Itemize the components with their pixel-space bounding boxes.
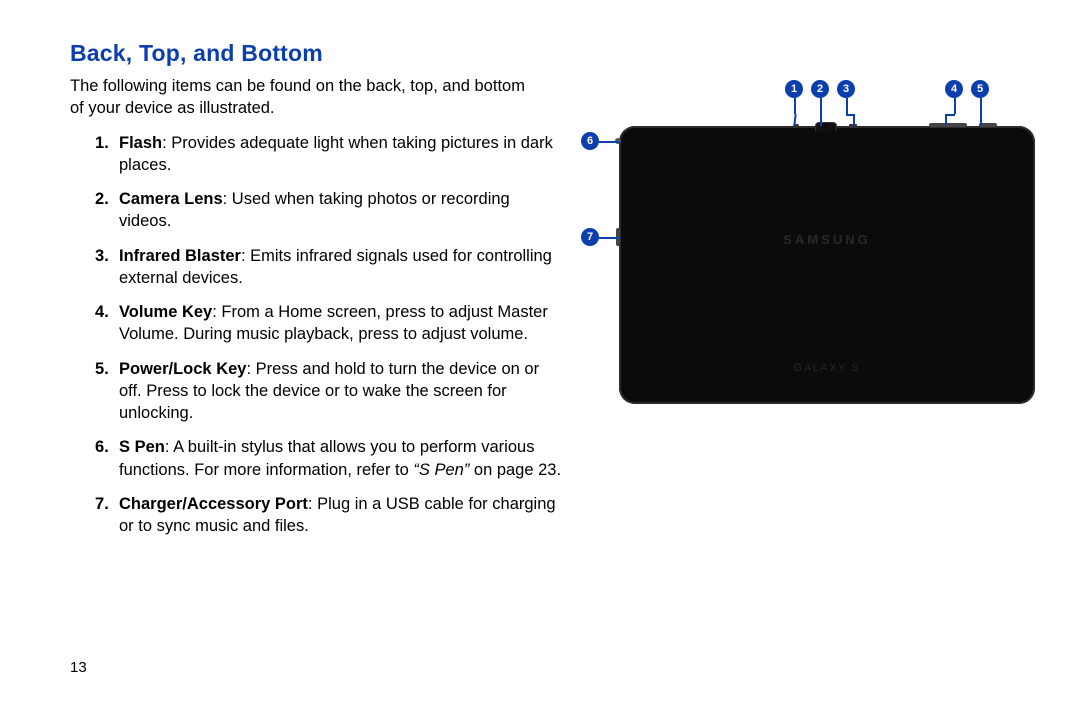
device-diagram: 1 2 3 4 5 6 7 SAMSUNG GALAXY S xyxy=(575,70,1045,420)
lead-line xyxy=(820,98,822,126)
power-lock-key-icon xyxy=(979,123,997,127)
list-item: Charger/Accessory Port: Plug in a USB ca… xyxy=(95,493,565,538)
list-item: Camera Lens: Used when taking photos or … xyxy=(95,188,565,233)
lead-line xyxy=(599,237,619,239)
callout-4: 4 xyxy=(945,80,963,98)
desc: : Provides adequate light when taking pi… xyxy=(119,134,553,174)
callout-6: 6 xyxy=(581,132,599,150)
subbrand-text: GALAXY S xyxy=(619,362,1035,374)
manual-page: Back, Top, and Bottom The following item… xyxy=(0,0,1080,720)
term-volume-key: Volume Key xyxy=(119,303,212,321)
term-charger-port: Charger/Accessory Port xyxy=(119,495,308,513)
list-item: Infrared Blaster: Emits infrared signals… xyxy=(95,245,565,290)
section-heading: Back, Top, and Bottom xyxy=(70,40,1060,67)
lead-line xyxy=(846,98,848,114)
camera-lens-icon xyxy=(815,122,837,131)
intro-text: The following items can be found on the … xyxy=(70,75,540,120)
page-number: 13 xyxy=(70,659,87,676)
callout-2: 2 xyxy=(811,80,829,98)
list-item: Power/Lock Key: Press and hold to turn t… xyxy=(95,358,565,425)
list-item: S Pen: A built-in stylus that allows you… xyxy=(95,436,565,481)
term-s-pen: S Pen xyxy=(119,438,165,456)
lead-line xyxy=(945,114,955,116)
term-infrared-blaster: Infrared Blaster xyxy=(119,247,241,265)
callout-5: 5 xyxy=(971,80,989,98)
tablet-back: SAMSUNG GALAXY S xyxy=(619,126,1035,404)
lead-line xyxy=(945,114,947,126)
callout-7: 7 xyxy=(581,228,599,246)
brand-text: SAMSUNG xyxy=(619,232,1035,247)
list-item: Volume Key: From a Home screen, press to… xyxy=(95,301,565,346)
term-flash: Flash xyxy=(119,134,162,152)
lead-line xyxy=(954,98,956,114)
lead-line xyxy=(794,98,796,114)
term-power-lock-key: Power/Lock Key xyxy=(119,360,246,378)
cross-ref: “S Pen” xyxy=(413,461,469,479)
lead-line xyxy=(853,114,855,126)
volume-key-icon xyxy=(929,123,967,127)
lead-line xyxy=(980,98,982,126)
term-camera-lens: Camera Lens xyxy=(119,190,223,208)
cross-ref-tail: on page 23. xyxy=(469,461,561,479)
callout-3: 3 xyxy=(837,80,855,98)
callout-1: 1 xyxy=(785,80,803,98)
feature-list: Flash: Provides adequate light when taki… xyxy=(95,132,565,538)
list-item: Flash: Provides adequate light when taki… xyxy=(95,132,565,177)
lead-line xyxy=(599,141,619,143)
